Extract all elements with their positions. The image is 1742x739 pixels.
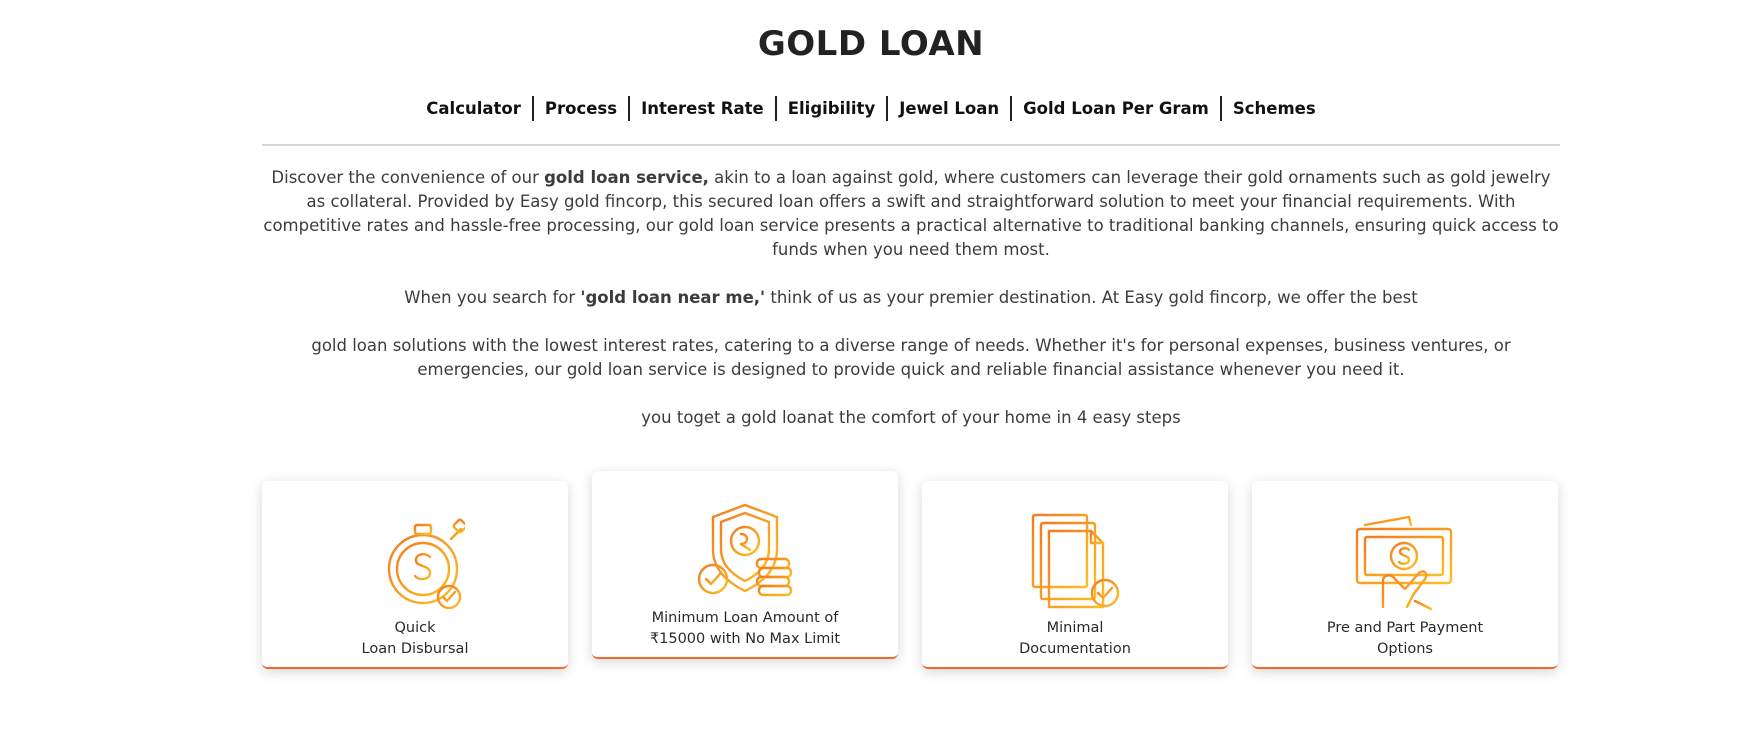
page-title: GOLD LOAN	[757, 24, 985, 64]
feature-label: Quick Loan Disbursal	[361, 620, 469, 657]
documents-check-icon	[1031, 513, 1120, 609]
feature-label: Minimum Loan Amount of ₹15000 with No Ma…	[649, 610, 841, 647]
nav-link-interest-rate[interactable]: Interest Rate	[630, 97, 775, 121]
feature-card-minimal-documentation: Minimal Documentation	[922, 481, 1228, 669]
section-nav: Calculator Process Interest Rate Eligibi…	[0, 96, 1742, 121]
nav-link-gold-loan-per-gram[interactable]: Gold Loan Per Gram	[1012, 97, 1220, 121]
divider	[262, 144, 1560, 146]
nav-link-calculator[interactable]: Calculator	[415, 97, 532, 121]
feature-label: Pre and Part Payment Options	[1326, 620, 1484, 657]
intro-paragraph-4: you toget a gold loanat the comfort of y…	[641, 408, 1181, 427]
stopwatch-dollar-icon	[365, 518, 465, 610]
feature-label: Minimal Documentation	[1019, 620, 1131, 657]
nav-link-jewel-loan[interactable]: Jewel Loan	[888, 97, 1010, 121]
intro-paragraph-1: Discover the convenience of our gold loa…	[263, 168, 1559, 259]
shield-rupee-coins-icon	[697, 503, 793, 597]
nav-link-schemes[interactable]: Schemes	[1222, 97, 1327, 121]
feature-card-pre-part-payment: Pre and Part Payment Options	[1252, 481, 1558, 669]
intro-paragraph-2: When you search for 'gold loan near me,'…	[404, 288, 1418, 307]
feature-card-quick-disbursal: Quick Loan Disbursal	[262, 481, 568, 669]
intro-paragraph-3: gold loan solutions with the lowest inte…	[311, 336, 1511, 379]
feature-card-minimum-loan: Minimum Loan Amount of ₹15000 with No Ma…	[592, 471, 898, 659]
nav-link-process[interactable]: Process	[534, 97, 628, 121]
intro-text: Discover the convenience of our gold loa…	[262, 166, 1560, 454]
hand-money-icon	[1355, 515, 1453, 611]
nav-link-eligibility[interactable]: Eligibility	[777, 97, 886, 121]
